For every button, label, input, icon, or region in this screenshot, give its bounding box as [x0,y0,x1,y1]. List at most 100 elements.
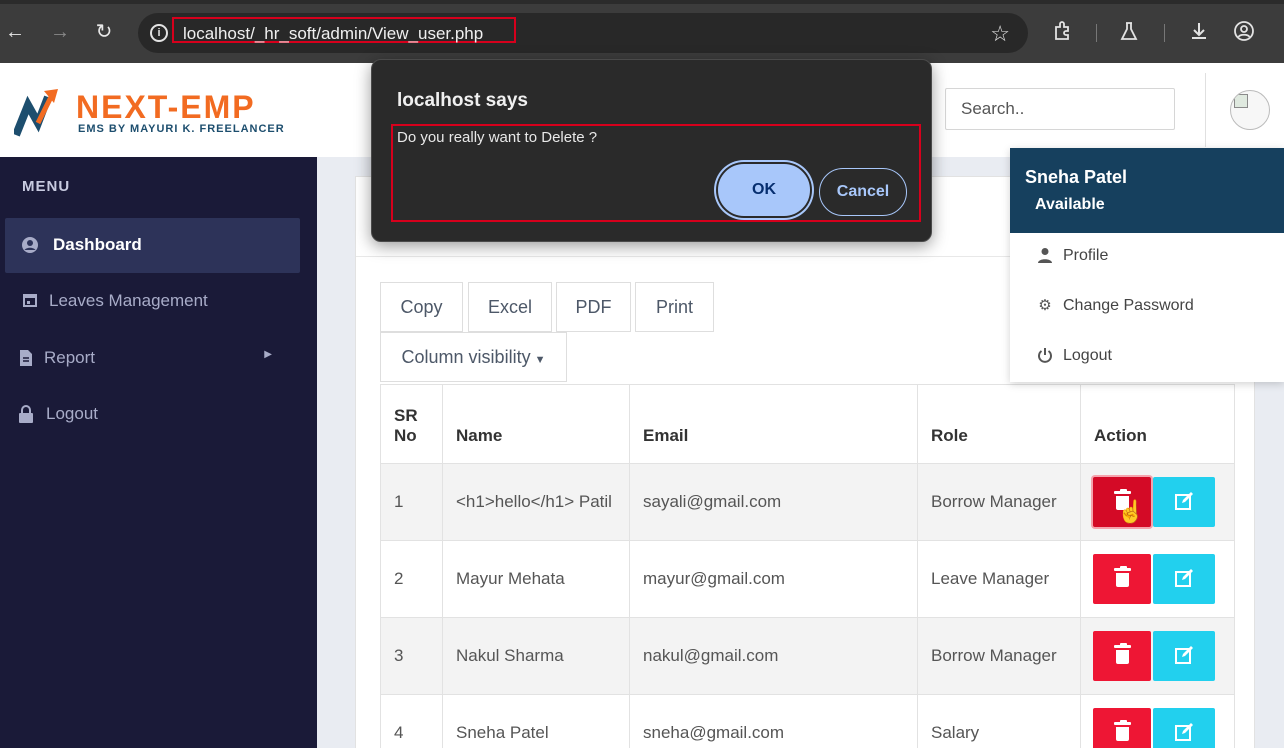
table-row: 2 Mayur Mehata mayur@gmail.com Leave Man… [380,540,1235,618]
cell-name: <h1>hello</h1> Patil [442,463,630,541]
user-status: Available [1035,196,1105,213]
users-table: SR No Name Email Role Action 1 <h1>hello… [380,384,1235,748]
sr-header-line-2: No [394,426,417,445]
calendar-icon [21,292,39,310]
user-menu-change-password[interactable]: ⚙ Change Password [1010,281,1284,331]
delete-button[interactable] [1093,708,1151,748]
print-button[interactable]: Print [635,282,714,332]
cell-role: Leave Manager [917,540,1081,618]
confirm-dialog: localhost says Do you really want to Del… [371,59,932,242]
sidebar-item-logout[interactable]: Logout [5,387,300,442]
download-icon[interactable] [1186,20,1212,46]
user-icon [1036,247,1054,265]
chevron-right-icon: ▶ [264,349,272,360]
cell-role: Salary [917,694,1081,748]
column-header-email[interactable]: Email [629,384,918,464]
edit-icon [1175,569,1193,587]
edit-button[interactable] [1153,554,1215,604]
table-header-row: SR No Name Email Role Action [380,384,1235,464]
cell-sr: 1 [380,463,443,541]
labs-icon[interactable] [1116,20,1142,46]
extensions-icon[interactable] [1050,20,1076,46]
address-bar[interactable]: i localhost/_hr_soft/admin/View_user.php… [138,13,1028,53]
url-text[interactable]: localhost/_hr_soft/admin/View_user.php [183,24,483,44]
user-menu-profile[interactable]: Profile [1010,231,1284,281]
brand-title: NEXT-EMP [76,89,256,125]
cell-name: Nakul Sharma [442,617,630,695]
cell-name: Sneha Patel [442,694,630,748]
bookmark-star-icon[interactable]: ☆ [990,21,1010,47]
edit-icon [1175,723,1193,741]
cell-name: Mayur Mehata [442,540,630,618]
sidebar-item-leaves-management[interactable]: Leaves Management [5,274,300,329]
header-divider [1205,73,1206,147]
reload-icon[interactable]: ↻ [92,20,116,44]
excel-button[interactable]: Excel [468,282,552,332]
ok-button[interactable]: OK [718,164,810,216]
edit-button[interactable] [1153,631,1215,681]
trash-icon [1114,566,1131,587]
sidebar-item-label: Report [44,348,96,367]
profile-icon[interactable] [1231,20,1257,46]
logo-icon [12,83,70,139]
user-menu-logout[interactable]: Logout [1010,331,1284,381]
hand-cursor-icon: ☝ [1117,499,1145,524]
back-icon[interactable]: ← [3,20,27,44]
sidebar-item-label: Leaves Management [49,291,208,310]
delete-button[interactable]: ☝ [1093,477,1151,527]
column-header-sr-no[interactable]: SR No [380,384,443,464]
column-visibility-button[interactable]: Column visibility ▼ [380,332,567,382]
cell-sr: 3 [380,617,443,695]
copy-button[interactable]: Copy [380,282,463,332]
broken-image-icon [1234,94,1248,108]
avatar[interactable] [1230,90,1270,130]
user-circle-icon [21,236,39,254]
column-header-action[interactable]: Action [1080,384,1235,464]
user-menu-label: Change Password [1063,297,1194,314]
delete-button[interactable] [1093,631,1151,681]
cell-sr: 4 [380,694,443,748]
browser-toolbar: ← → ↻ i localhost/_hr_soft/admin/View_us… [0,0,1284,63]
cell-email: mayur@gmail.com [629,540,918,618]
cell-role: Borrow Manager [917,617,1081,695]
table-row: 3 Nakul Sharma nakul@gmail.com Borrow Ma… [380,617,1235,695]
cell-email: sayali@gmail.com [629,463,918,541]
file-icon [17,349,35,367]
edit-icon [1175,492,1193,510]
caret-down-icon: ▼ [534,354,546,366]
cell-action [1080,617,1235,695]
table-row: 1 <h1>hello</h1> Patil sayali@gmail.com … [380,463,1235,541]
user-dropdown-header: Sneha Patel Available [1010,148,1284,233]
menu-heading: MENU [22,178,71,195]
edit-button[interactable] [1153,477,1215,527]
cancel-button[interactable]: Cancel [819,168,907,216]
cell-email: sneha@gmail.com [629,694,918,748]
edit-button[interactable] [1153,708,1215,748]
site-info-icon[interactable]: i [150,24,168,42]
user-menu-label: Logout [1063,347,1112,364]
delete-button[interactable] [1093,554,1151,604]
trash-icon [1114,643,1131,664]
pdf-button[interactable]: PDF [556,282,631,332]
sr-header-line-1: SR [394,406,418,425]
cell-action [1080,694,1235,748]
gear-icon: ⚙ [1038,297,1052,314]
column-header-role[interactable]: Role [917,384,1081,464]
cell-email: nakul@gmail.com [629,617,918,695]
sidebar-item-label: Dashboard [53,235,142,254]
cell-role: Borrow Manager [917,463,1081,541]
column-header-name[interactable]: Name [442,384,630,464]
cell-action: ☝ [1080,463,1235,541]
cell-action [1080,540,1235,618]
sidebar-item-dashboard[interactable]: Dashboard [5,218,300,273]
sidebar-item-report[interactable]: Report ▶ [5,331,300,386]
user-name: Sneha Patel [1025,167,1128,187]
forward-icon[interactable]: → [48,20,72,44]
search-input[interactable] [945,88,1175,130]
sidebar-item-label: Logout [46,404,98,423]
user-menu-label: Profile [1063,247,1109,264]
sidebar: MENU Dashboard Leaves Management Report … [0,157,317,748]
edit-icon [1175,646,1193,664]
table-row: 4 Sneha Patel sneha@gmail.com Salary [380,694,1235,748]
column-visibility-label: Column visibility [401,347,531,367]
